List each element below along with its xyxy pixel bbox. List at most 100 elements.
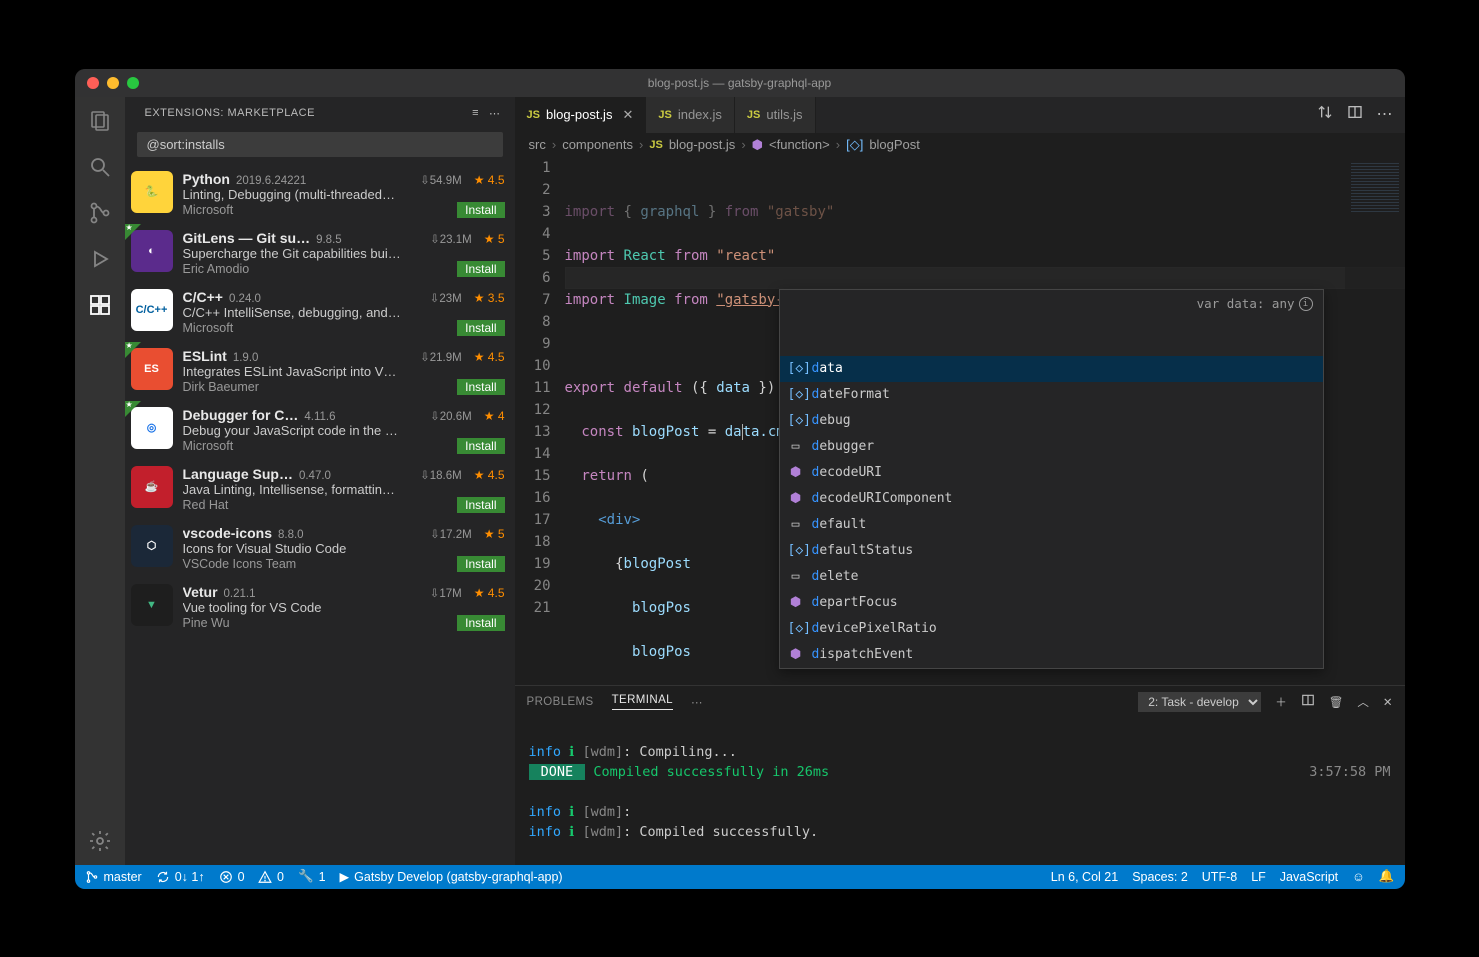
- breadcrumb[interactable]: src› components› JSblog-post.js› ⬢<funct…: [515, 133, 1405, 157]
- extension-publisher: Eric Amodio: [183, 262, 250, 276]
- maximize-panel-icon[interactable]: ︿: [1357, 694, 1369, 710]
- extension-downloads: ⇩18.6M: [420, 468, 462, 482]
- indent-status[interactable]: Spaces: 2: [1132, 870, 1188, 884]
- extension-version: 8.8.0: [278, 529, 304, 541]
- settings-gear-icon[interactable]: [86, 827, 114, 855]
- extension-list[interactable]: 🐍 Python2019.6.24221⇩54.9M★ 4.5 Linting,…: [125, 165, 515, 865]
- tab-blog-post[interactable]: JSblog-post.js✕: [515, 97, 647, 133]
- suggest-item[interactable]: ⬢dispatchEvent: [780, 642, 1323, 668]
- more-icon[interactable]: ⋯: [489, 107, 501, 120]
- extension-downloads: ⇩17.2M: [430, 527, 472, 541]
- install-button[interactable]: Install: [457, 202, 504, 218]
- extension-item[interactable]: ▼ Vetur0.21.1⇩17M★ 4.5 Vue tooling for V…: [125, 578, 515, 637]
- filter-icon[interactable]: ≡: [472, 107, 479, 119]
- more-panels-icon[interactable]: ⋯: [691, 695, 705, 709]
- suggest-item[interactable]: ⬢decodeURIComponent: [780, 486, 1323, 512]
- suggest-kind-icon: [◇]: [788, 384, 804, 406]
- running-task[interactable]: ▶ Gatsby Develop (gatsby-graphql-app): [340, 869, 563, 884]
- git-branch[interactable]: master: [85, 870, 142, 884]
- suggest-item[interactable]: ⬢departFocus: [780, 590, 1323, 616]
- close-tab-icon[interactable]: ✕: [622, 107, 633, 123]
- extension-item[interactable]: ☕ Language Sup…0.47.0⇩18.6M★ 4.5 Java Li…: [125, 460, 515, 519]
- install-button[interactable]: Install: [457, 438, 504, 454]
- search-icon[interactable]: [86, 153, 114, 181]
- tools-count[interactable]: 🔧1: [298, 869, 326, 884]
- new-terminal-icon[interactable]: ＋: [1275, 694, 1287, 710]
- suggest-kind-icon: ▭: [788, 436, 804, 458]
- extension-item[interactable]: 🐍 Python2019.6.24221⇩54.9M★ 4.5 Linting,…: [125, 165, 515, 224]
- suggest-item[interactable]: ▭delete: [780, 564, 1323, 590]
- suggest-item[interactable]: [◇]data: [780, 356, 1323, 382]
- suggest-kind-icon: ⬢: [788, 644, 804, 666]
- breadcrumb-file[interactable]: blog-post.js: [669, 137, 735, 152]
- extension-logo: ⬡: [131, 525, 173, 567]
- encoding-status[interactable]: UTF-8: [1202, 870, 1237, 884]
- extensions-icon[interactable]: [86, 291, 114, 319]
- problems-tab[interactable]: PROBLEMS: [527, 696, 594, 708]
- terminal-output[interactable]: info ℹ [wdm]: Compiling... DONE Compiled…: [515, 718, 1405, 865]
- source-control-icon[interactable]: [86, 199, 114, 227]
- install-button[interactable]: Install: [457, 497, 504, 513]
- extension-description: Integrates ESLint JavaScript into V…: [183, 364, 505, 379]
- eol-status[interactable]: LF: [1251, 870, 1266, 884]
- sync-status[interactable]: 0↓ 1↑: [156, 870, 205, 884]
- extension-item[interactable]: ◐ GitLens — Git su…9.8.5⇩23.1M★ 5 Superc…: [125, 224, 515, 283]
- info-icon[interactable]: i: [1299, 297, 1313, 311]
- suggest-item[interactable]: [◇]devicePixelRatio: [780, 616, 1323, 642]
- suggest-label: decodeURIComponent: [812, 488, 953, 510]
- breadcrumb-src[interactable]: src: [529, 137, 546, 152]
- tab-index[interactable]: JSindex.js: [646, 97, 735, 133]
- language-mode[interactable]: JavaScript: [1280, 870, 1338, 884]
- function-icon: ⬢: [752, 137, 763, 153]
- tab-utils[interactable]: JSutils.js: [735, 97, 816, 133]
- suggest-label: devicePixelRatio: [812, 618, 937, 640]
- intellisense-popup[interactable]: var data: anyi [◇]data[◇]dateFormat[◇]de…: [779, 289, 1324, 669]
- split-terminal-icon[interactable]: [1301, 693, 1315, 710]
- kill-terminal-icon[interactable]: 🗑: [1329, 695, 1344, 709]
- install-button[interactable]: Install: [457, 615, 504, 631]
- breadcrumb-function[interactable]: <function>: [769, 137, 830, 152]
- split-editor-icon[interactable]: [1347, 104, 1363, 125]
- suggest-item[interactable]: ▭default: [780, 512, 1323, 538]
- extension-item[interactable]: C/C++ C/C++0.24.0⇩23M★ 3.5 C/C++ Intelli…: [125, 283, 515, 342]
- breadcrumb-blogpost[interactable]: blogPost: [869, 137, 920, 152]
- suggest-item[interactable]: [◇]dateFormat: [780, 382, 1323, 408]
- suggest-item[interactable]: ⬢decodeURI: [780, 460, 1323, 486]
- install-button[interactable]: Install: [457, 320, 504, 336]
- extension-item[interactable]: ES ESLint1.9.0⇩21.9M★ 4.5 Integrates ESL…: [125, 342, 515, 401]
- extension-downloads: ⇩17M: [430, 586, 462, 600]
- suggest-label: departFocus: [812, 592, 898, 614]
- minimize-window-button[interactable]: [107, 77, 119, 89]
- code-editor[interactable]: 123456789101112131415161718192021 import…: [515, 157, 1405, 685]
- js-file-icon: JS: [649, 139, 662, 151]
- close-panel-icon[interactable]: ✕: [1383, 695, 1393, 709]
- explorer-icon[interactable]: [86, 107, 114, 135]
- close-window-button[interactable]: [87, 77, 99, 89]
- extension-description: Linting, Debugging (multi-threaded…: [183, 187, 505, 202]
- suggest-item[interactable]: [◇]debug: [780, 408, 1323, 434]
- debug-icon[interactable]: [86, 245, 114, 273]
- terminal-tab[interactable]: TERMINAL: [612, 694, 673, 710]
- suggest-item[interactable]: ▭debugger: [780, 434, 1323, 460]
- suggest-kind-icon: [◇]: [788, 540, 804, 562]
- more-actions-icon[interactable]: ⋯: [1377, 104, 1393, 125]
- breadcrumb-components[interactable]: components: [562, 137, 633, 152]
- sidebar-header: EXTENSIONS: MARKETPLACE ≡ ⋯: [125, 97, 515, 128]
- extension-search-input[interactable]: @sort:installs: [137, 132, 503, 157]
- status-bar: master 0↓ 1↑ 0 0 🔧1 ▶ Gatsby Develop (ga…: [75, 865, 1405, 889]
- compare-changes-icon[interactable]: [1317, 104, 1333, 125]
- minimap[interactable]: [1345, 157, 1405, 685]
- code-content[interactable]: import { graphql } from "gatsby" import …: [565, 157, 1405, 685]
- terminal-select[interactable]: 2: Task - develop: [1138, 692, 1261, 712]
- extension-item[interactable]: ⬡ vscode-icons8.8.0⇩17.2M★ 5 Icons for V…: [125, 519, 515, 578]
- cursor-position[interactable]: Ln 6, Col 21: [1051, 870, 1118, 884]
- extension-item[interactable]: ◎ Debugger for C…4.11.6⇩20.6M★ 4 Debug y…: [125, 401, 515, 460]
- zoom-window-button[interactable]: [127, 77, 139, 89]
- suggest-item[interactable]: [◇]defaultStatus: [780, 538, 1323, 564]
- install-button[interactable]: Install: [457, 379, 504, 395]
- error-count[interactable]: 0 0: [219, 870, 284, 884]
- install-button[interactable]: Install: [457, 556, 504, 572]
- install-button[interactable]: Install: [457, 261, 504, 277]
- notifications-icon[interactable]: 🔔: [1379, 869, 1395, 884]
- feedback-icon[interactable]: ☺: [1352, 870, 1365, 884]
